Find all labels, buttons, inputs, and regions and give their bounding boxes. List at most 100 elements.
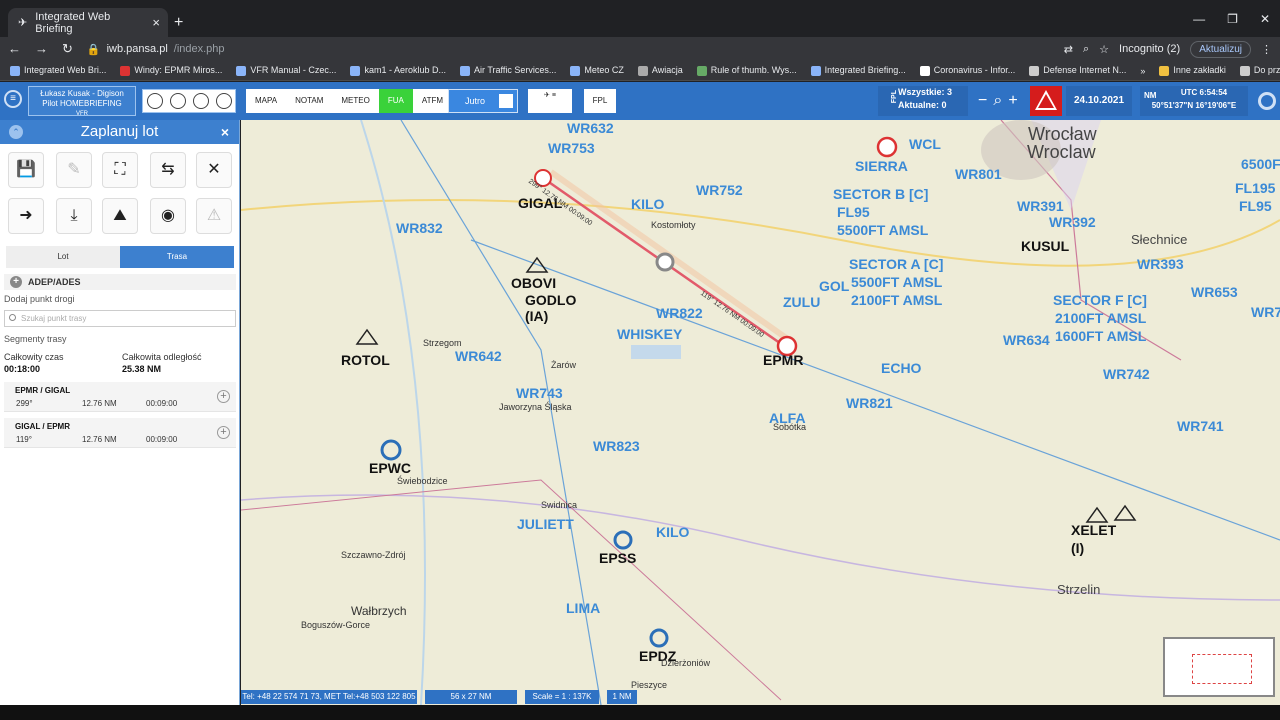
lock-icon: 🔒 xyxy=(86,43,101,56)
sector-label: 5500FT AMSL xyxy=(851,274,943,290)
tab-mapa[interactable]: MAPA xyxy=(246,89,286,113)
bookmark-item[interactable]: Integrated Web Bri... xyxy=(10,65,106,76)
bookmark-item[interactable]: Defense Internet N... xyxy=(1029,65,1126,76)
url-field[interactable]: 🔒 iwb.pansa.pl/index.php xyxy=(87,43,225,56)
maximize-icon[interactable]: ❐ xyxy=(1227,12,1238,26)
bookmark-folder[interactable]: Inne zakładki xyxy=(1159,65,1226,76)
tab-lot[interactable]: Lot xyxy=(6,246,120,268)
waypoint-label[interactable]: XELET xyxy=(1071,522,1116,538)
segment-distance: 12.76 NM xyxy=(82,435,117,444)
unit-label[interactable]: NM xyxy=(1144,89,1156,102)
add-icon[interactable]: + xyxy=(10,276,22,288)
adep-ades-row[interactable]: + ADEP/ADES xyxy=(4,274,236,290)
new-tab-icon[interactable]: + xyxy=(174,14,183,32)
update-button[interactable]: Aktualizuj xyxy=(1190,40,1251,58)
zoom-icon[interactable]: ⌕ xyxy=(1083,43,1089,56)
overview-minimap[interactable] xyxy=(1163,637,1275,697)
current-value: 0 xyxy=(941,100,947,110)
warning-outline-icon[interactable]: ⚠ xyxy=(196,198,232,234)
tab-close-icon[interactable]: × xyxy=(152,15,160,30)
bookmark-item[interactable]: Rule of thumb. Wys... xyxy=(696,65,797,76)
zoom-search-icon[interactable]: ⌕ xyxy=(993,92,1002,110)
segments-label: Segmenty trasy xyxy=(4,334,67,344)
measure-icon[interactable] xyxy=(146,93,163,109)
warning-button[interactable] xyxy=(1030,86,1062,116)
delete-route-icon[interactable]: ✕ xyxy=(196,152,232,188)
map-label: WHISKEY xyxy=(617,326,683,342)
tomorrow-label: Jutro xyxy=(465,96,486,106)
gear-icon[interactable] xyxy=(1258,92,1276,110)
view-icon[interactable]: ◉ xyxy=(150,198,186,234)
mode-tabs: MAPA NOTAM METEO FUA ATFM xyxy=(246,89,453,113)
waypoint-search-input[interactable]: Szukaj punkt trasy xyxy=(4,310,236,327)
town-label: Jaworzyna Śląska xyxy=(499,402,572,412)
tab-notam[interactable]: NOTAM xyxy=(286,89,332,113)
town-label: Swidnica xyxy=(541,500,578,510)
save-icon[interactable]: 💾 xyxy=(8,152,44,188)
browser-tab[interactable]: ✈ Integrated Web Briefing × xyxy=(8,8,168,37)
waypoint-label[interactable]: OBOVI xyxy=(511,275,556,291)
user-role: Pilot HOMEBRIEFING xyxy=(42,99,122,108)
reload-icon[interactable]: ↻ xyxy=(62,41,73,57)
date-display[interactable]: 24.10.2021 xyxy=(1066,86,1132,116)
collapse-icon[interactable]: ⌃ xyxy=(9,125,23,139)
export-fpl-icon[interactable]: ➜ xyxy=(8,198,44,234)
reverse-route-icon[interactable]: ⇆ xyxy=(150,152,186,188)
tab-fua[interactable]: FUA xyxy=(378,89,413,113)
segment-add-icon[interactable]: + xyxy=(217,390,230,403)
bookmark-item[interactable]: kam1 - Aeroklub D... xyxy=(350,65,446,76)
fpl-button[interactable]: FPL xyxy=(584,89,616,113)
airfield-label[interactable]: EPSS xyxy=(599,550,636,566)
segment-row[interactable]: GIGAL / EPMR 119° 12.76 NM 00:09:00 + xyxy=(4,418,236,448)
zoom-in-icon[interactable]: + xyxy=(1008,92,1017,110)
menu-icon[interactable]: ≡ xyxy=(4,90,22,108)
zoom-out-icon[interactable]: − xyxy=(978,92,987,110)
segment-row[interactable]: EPMR / GIGAL 299° 12.76 NM 00:09:00 + xyxy=(4,382,236,412)
profile-icon[interactable]: ⛰ xyxy=(102,198,138,234)
close-window-icon[interactable]: ✕ xyxy=(1260,12,1270,26)
forward-icon[interactable]: → xyxy=(35,41,48,57)
minimap-viewport[interactable] xyxy=(1192,654,1252,684)
airfield-label[interactable]: EPMR xyxy=(763,352,803,368)
edit-icon[interactable]: ✎ xyxy=(56,152,92,188)
bookmark-item[interactable]: Integrated Briefing... xyxy=(810,65,906,76)
select-area-icon[interactable]: ⛶ xyxy=(102,152,138,188)
bookmark-item[interactable]: Awiacja xyxy=(637,65,683,76)
incognito-label[interactable]: Incognito (2) xyxy=(1119,43,1180,55)
translate-icon[interactable]: ⇄ xyxy=(1064,43,1073,56)
menu-dots-icon[interactable]: ⋮ xyxy=(1261,43,1272,56)
star-icon[interactable]: ☆ xyxy=(1099,43,1109,56)
bookmark-item[interactable]: Coronavirus - Infor... xyxy=(919,65,1015,76)
reading-list[interactable]: Do przeczytania xyxy=(1239,65,1280,76)
segment-name: GIGAL / EPMR xyxy=(15,422,70,431)
waypoint-label[interactable]: ROTOL xyxy=(341,352,390,368)
bookmark-item[interactable]: Meteo CZ xyxy=(570,65,624,76)
user-badge[interactable]: Łukasz Kusak - Digison Pilot HOMEBRIEFIN… xyxy=(28,86,136,117)
layers-icon[interactable] xyxy=(215,93,232,109)
minimize-icon[interactable]: — xyxy=(1193,12,1205,26)
town-label: Boguszów-Gorce xyxy=(301,620,371,630)
tab-atfm[interactable]: ATFM xyxy=(413,89,452,113)
toggle-switch[interactable] xyxy=(499,94,513,108)
close-icon[interactable]: × xyxy=(221,120,229,144)
segment-add-icon[interactable]: + xyxy=(217,426,230,439)
back-icon[interactable]: ← xyxy=(8,41,21,57)
globe-icon[interactable] xyxy=(169,93,186,109)
sector-label: SIERRA xyxy=(855,158,908,174)
waypoint-label[interactable]: KUSUL xyxy=(1021,238,1069,254)
tomorrow-toggle[interactable]: Jutro xyxy=(448,89,518,113)
tab-meteo[interactable]: METEO xyxy=(332,89,378,113)
tab-trasa[interactable]: Trasa xyxy=(120,246,234,268)
map-label: WR832 xyxy=(396,220,443,236)
aerodrome-button[interactable]: ✈ ≡ xyxy=(528,89,572,113)
bookmark-item[interactable]: VFR Manual - Czec... xyxy=(236,65,336,76)
pan-icon[interactable] xyxy=(192,93,209,109)
bookmark-item[interactable]: Air Traffic Services... xyxy=(459,65,556,76)
bookmark-item[interactable]: Windy: EPMR Miros... xyxy=(120,65,222,76)
bookmarks-more-icon[interactable]: » xyxy=(1140,66,1145,76)
window-controls: — ❐ ✕ xyxy=(1193,12,1270,26)
waypoint-label[interactable]: GODLO xyxy=(525,292,576,308)
aeronautical-map[interactable]: WR632 WR753 WR752 WR832 KILO WR822 WHISK… xyxy=(241,120,1280,705)
export-gps-icon[interactable]: ⤓ xyxy=(56,198,92,234)
airfield-label[interactable]: EPWC xyxy=(369,460,411,476)
